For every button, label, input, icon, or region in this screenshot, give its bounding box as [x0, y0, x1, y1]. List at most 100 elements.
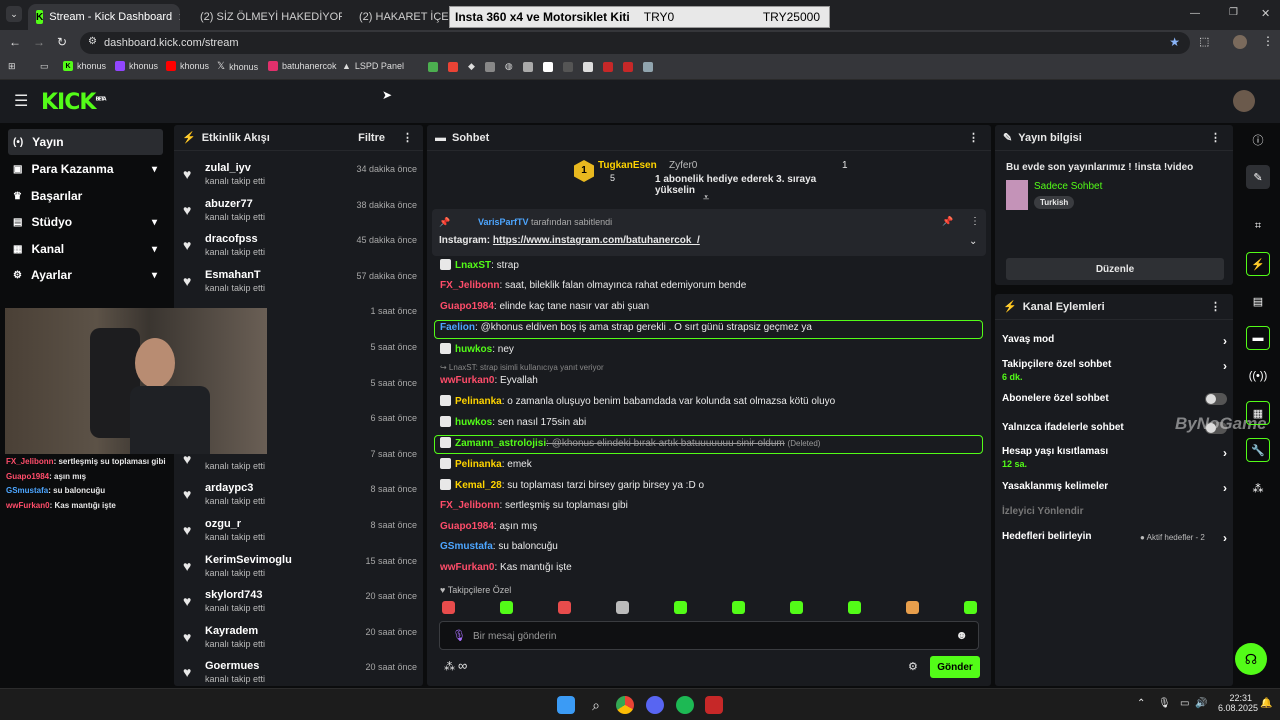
tab-kick-dashboard[interactable]: K Stream - Kick Dashboard ✕ [28, 4, 180, 30]
support-icon[interactable]: ☊ [1235, 643, 1267, 675]
points-icon[interactable]: ⁂ [444, 660, 455, 673]
nav-studyo[interactable]: ▤ Stüdyo ▾ [8, 209, 163, 235]
spotify-icon[interactable] [676, 696, 694, 714]
filter-button[interactable]: Filtre [358, 132, 385, 144]
chat-username[interactable]: Kemal_28 [455, 480, 502, 491]
pinned-by-user[interactable]: VarisParfTV [478, 217, 529, 227]
site-info-icon[interactable]: ⚙ [88, 36, 97, 47]
emote-icon[interactable] [500, 601, 513, 614]
more-icon[interactable]: ⋮ [970, 216, 980, 227]
restore-icon[interactable]: ❐ [1229, 7, 1238, 18]
extensions-icon[interactable]: ⬚ [1199, 35, 1209, 48]
emote-icon[interactable] [790, 601, 803, 614]
address-bar[interactable]: ⚙ dashboard.kick.com/stream ★ [80, 32, 1190, 54]
nav-yayin[interactable]: (•) Yayın [8, 129, 163, 155]
channel-action-item[interactable]: Abonelere özel sohbet [1002, 393, 1227, 404]
back-icon[interactable]: ← [9, 35, 21, 49]
bookmark-lspd[interactable]: ▲ LSPD Panel [342, 61, 404, 71]
bookmark-khonus-kick[interactable]: Kkhonus [63, 61, 106, 71]
emote-icon[interactable] [558, 601, 571, 614]
profile-avatar[interactable] [1233, 35, 1247, 49]
mic-icon[interactable]: 🎙 [1158, 698, 1171, 709]
more-icon[interactable]: ⋮ [402, 131, 413, 144]
close-icon[interactable]: ✕ [178, 11, 180, 24]
emote-icon[interactable] [732, 601, 745, 614]
emote-icon[interactable] [616, 601, 629, 614]
chat-username[interactable]: GSmustafa [440, 541, 493, 552]
chat-username[interactable]: huwkos [455, 344, 492, 355]
activity-username[interactable]: EsmahanT [205, 269, 261, 281]
screenshot-icon[interactable]: ⌗ [1246, 214, 1270, 238]
microphone-icon[interactable]: 🎙 [452, 629, 466, 642]
activity-username[interactable]: Kayradem [205, 625, 258, 637]
activity-item[interactable]: ♥ skylord743 kanalı takip etti 20 saat önce [183, 586, 421, 620]
bookmark-khonus-youtube[interactable]: khonus [166, 61, 209, 71]
chat-settings-icon[interactable]: ⚙ [908, 660, 918, 673]
nav-ayarlar[interactable]: ⚙ Ayarlar ▾ [8, 262, 163, 288]
top-gifter-name[interactable]: TugkanEsen [598, 160, 657, 171]
more-icon[interactable]: ⋮ [1210, 300, 1221, 313]
chat-username[interactable]: Pelinanka [455, 396, 502, 407]
app-icon[interactable] [705, 696, 723, 714]
wrench-icon[interactable]: 🔧 [1246, 438, 1270, 462]
chat-username[interactable]: FX_Jelibonn [440, 280, 499, 291]
tray-chevron-icon[interactable]: ⌃ [1137, 698, 1145, 709]
tab-search-icon[interactable]: ⌄ [6, 6, 22, 22]
minimize-icon[interactable]: — [1190, 8, 1200, 19]
edit-button[interactable]: Düzenle [1006, 258, 1224, 280]
discord-icon[interactable] [646, 696, 664, 714]
chat-input[interactable]: 🎙 Bir mesaj gönderin ☻ [439, 621, 979, 650]
activity-item[interactable]: ♥ Kayradem kanalı takip etti 20 saat önce [183, 622, 421, 656]
activity-username[interactable]: skylord743 [205, 589, 262, 601]
reload-icon[interactable]: ↻ [57, 35, 67, 49]
window-close-icon[interactable]: ✕ [1261, 7, 1270, 20]
clock[interactable]: 22:31 6.08.2025 [1218, 693, 1258, 713]
chat-bubble-icon[interactable]: ▬ [1246, 326, 1270, 350]
activity-username[interactable]: KerimSevimoglu [205, 554, 292, 566]
activity-username[interactable]: zulal_iyv [205, 162, 251, 174]
info-icon[interactable]: ⓘ [1246, 128, 1270, 152]
activity-item[interactable]: ♥ Goermues kanalı takip etti 20 saat önce [183, 657, 421, 691]
chat-username[interactable]: Pelinanka [455, 459, 502, 470]
toggle-subscriber-only[interactable] [1205, 393, 1227, 405]
notification-icon[interactable]: 🔔 [1260, 698, 1272, 709]
search-icon[interactable]: ⌕ [587, 696, 605, 714]
layout-icon[interactable]: ▦ [1246, 401, 1270, 425]
collapse-icon[interactable]: ⩡ [703, 192, 709, 205]
category-link[interactable]: Sadece Sohbet [1034, 181, 1102, 192]
chat-username[interactable]: Faelion [440, 322, 475, 333]
infinity-icon[interactable]: ∞ [458, 658, 467, 673]
chat-username[interactable]: Guapo1984 [440, 521, 494, 532]
chat-username[interactable]: FX_Jelibonn [440, 500, 499, 511]
chrome-icon[interactable] [616, 696, 634, 714]
nav-kanal[interactable]: ▦ Kanal ▾ [8, 236, 163, 262]
chevron-down-icon[interactable]: ⌄ [969, 236, 977, 247]
broadcast-icon[interactable]: ((•)) [1246, 364, 1270, 388]
send-button[interactable]: Gönder [930, 656, 980, 678]
star-icon[interactable]: ★ [1169, 35, 1180, 49]
channel-action-item[interactable]: Hesap yaşı kısıtlaması 12 sa. › [1002, 446, 1227, 469]
document-icon[interactable]: ▤ [1246, 289, 1270, 313]
forward-icon[interactable]: → [33, 35, 45, 49]
gifter-name[interactable]: Zyfer0 [669, 160, 697, 171]
emoji-icon[interactable]: ☻ [955, 628, 968, 642]
nav-para-kazanma[interactable]: ▣ Para Kazanma ▾ [8, 156, 163, 182]
apps-icon[interactable]: ⊞ [8, 61, 16, 72]
emote-icon[interactable] [906, 601, 919, 614]
channel-action-item[interactable]: İzleyici Yönlendir [1002, 506, 1227, 517]
volume-icon[interactable]: 🔊 [1195, 698, 1207, 709]
bookmark-khonus-x[interactable]: 𝕏khonus [217, 61, 258, 72]
activity-username[interactable]: ozgu_r [205, 518, 241, 530]
chat-username[interactable]: wwFurkan0 [440, 375, 494, 386]
nav-basarilar[interactable]: ♛ Başarılar [8, 183, 163, 209]
activity-item[interactable]: ♥ abuzer77 kanalı takip etti 38 dakika önce [183, 195, 421, 229]
unpin-icon[interactable]: 📌 [942, 216, 953, 227]
bookmark-khonus-twitch[interactable]: khonus [115, 61, 158, 71]
hamburger-icon[interactable]: ☰ [14, 91, 28, 111]
menu-icon[interactable]: ⋮ [1262, 34, 1274, 48]
tab-youtube-2[interactable]: (2) HAKARET İÇERİRİ Tü [345, 4, 449, 30]
channel-action-item[interactable]: Takipçilere özel sohbet 6 dk. › [1002, 359, 1227, 382]
activity-item[interactable]: ♥ KerimSevimoglu kanalı takip etti 15 saat … [183, 551, 421, 585]
activity-item[interactable]: ♥ ardaypc3 kanalı takip etti 8 saat önce [183, 479, 421, 513]
chat-username[interactable]: Guapo1984 [440, 301, 494, 312]
